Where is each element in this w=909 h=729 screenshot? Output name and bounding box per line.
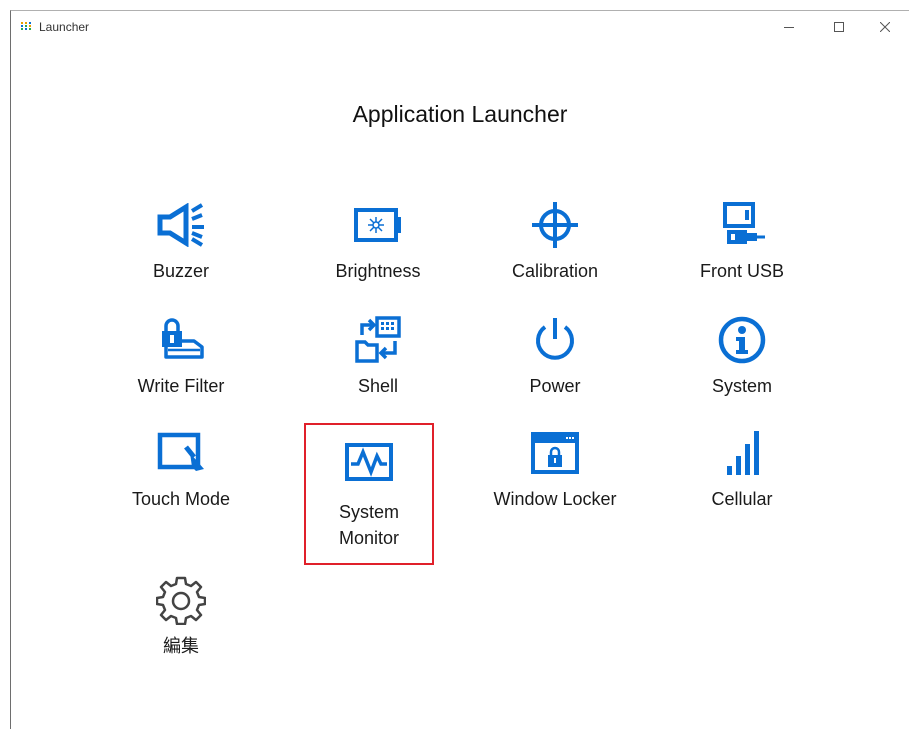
tile-power[interactable]: Power bbox=[480, 311, 630, 426]
tile-system[interactable]: System bbox=[667, 311, 817, 426]
close-button[interactable] bbox=[862, 11, 908, 42]
window-title: Launcher bbox=[39, 20, 90, 34]
title-bar[interactable]: Launcher bbox=[11, 11, 909, 43]
tile-label: Touch Mode bbox=[131, 489, 231, 509]
window-lock-icon bbox=[531, 432, 579, 474]
tile-label: System bbox=[711, 376, 772, 396]
tile-front-usb[interactable]: Front USB bbox=[667, 196, 817, 311]
speaker-icon bbox=[157, 203, 204, 247]
tile-window-locker[interactable]: Window Locker bbox=[480, 424, 630, 539]
tile-label: Power bbox=[529, 376, 581, 396]
crosshair-icon bbox=[532, 202, 578, 248]
tile-calibration[interactable]: Calibration bbox=[480, 196, 630, 311]
tile-edit[interactable]: 編集 bbox=[106, 571, 256, 686]
tile-write-filter[interactable]: Write Filter bbox=[106, 311, 256, 426]
tile-shell[interactable]: Shell bbox=[303, 311, 453, 426]
launcher-window: Launcher Application Launcher Buzzer Bri… bbox=[10, 10, 909, 729]
info-icon bbox=[718, 316, 766, 364]
shell-swap-icon bbox=[355, 316, 401, 363]
tile-brightness[interactable]: Brightness bbox=[303, 196, 453, 311]
tile-label: System Monitor bbox=[338, 502, 400, 548]
tile-label: Write Filter bbox=[137, 376, 225, 396]
brightness-icon bbox=[354, 208, 401, 242]
tile-system-monitor[interactable]: System Monitor bbox=[304, 423, 434, 565]
power-icon bbox=[536, 318, 574, 360]
usb-icon bbox=[723, 202, 765, 244]
maximize-button[interactable] bbox=[816, 11, 862, 42]
monitor-graph-icon bbox=[345, 443, 393, 481]
minimize-icon bbox=[784, 26, 794, 28]
page-title: Application Launcher bbox=[352, 101, 568, 127]
tile-label: Front USB bbox=[699, 261, 785, 281]
tile-label: Cellular bbox=[711, 489, 773, 509]
tile-touch-mode[interactable]: Touch Mode bbox=[106, 424, 256, 539]
lock-drive-icon bbox=[162, 318, 204, 359]
app-grid-icon bbox=[21, 22, 31, 30]
tile-cellular[interactable]: Cellular bbox=[667, 424, 817, 539]
tile-label: Brightness bbox=[335, 261, 421, 281]
signal-bars-icon bbox=[727, 431, 759, 475]
tile-label: 編集 bbox=[163, 636, 199, 656]
tile-label: Buzzer bbox=[152, 261, 210, 281]
close-icon bbox=[880, 21, 890, 32]
tile-label: Calibration bbox=[511, 261, 599, 281]
touch-screen-icon bbox=[157, 432, 204, 471]
gear-icon bbox=[156, 576, 206, 625]
tile-label: Shell bbox=[357, 376, 399, 396]
tile-buzzer[interactable]: Buzzer bbox=[106, 196, 256, 311]
tile-label: Window Locker bbox=[493, 489, 617, 509]
maximize-icon bbox=[834, 21, 844, 32]
minimize-button[interactable] bbox=[766, 11, 812, 42]
